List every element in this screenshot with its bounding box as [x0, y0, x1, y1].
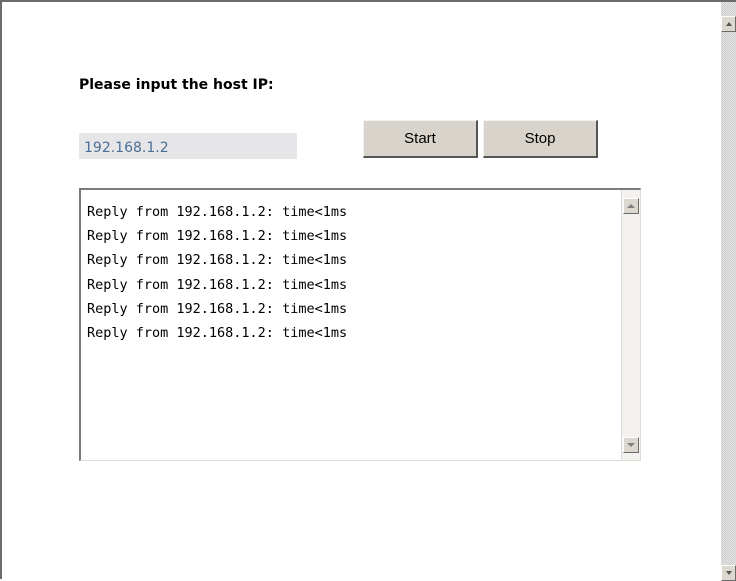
- page-scrollbar[interactable]: [721, 2, 736, 581]
- scroll-up-arrow-icon[interactable]: [721, 16, 736, 32]
- start-button[interactable]: Start: [363, 120, 478, 158]
- scroll-up-arrow-icon[interactable]: [623, 198, 639, 214]
- log-line: Reply from 192.168.1.2: time<1ms: [87, 325, 348, 342]
- log-line: Reply from 192.168.1.2: time<1ms: [87, 300, 348, 317]
- scroll-down-arrow-icon[interactable]: [623, 437, 639, 453]
- output-scrollbar[interactable]: [621, 190, 640, 460]
- log-line: Reply from 192.168.1.2: time<1ms: [87, 228, 348, 245]
- host-ip-input[interactable]: [79, 133, 297, 159]
- log-line: Reply from 192.168.1.2: time<1ms: [87, 204, 348, 220]
- ping-output-text: Reply from 192.168.1.2: time<1ms Reply f…: [87, 200, 347, 345]
- log-line: Reply from 192.168.1.2: time<1ms: [87, 252, 348, 269]
- stop-button[interactable]: Stop: [483, 120, 598, 158]
- content-area: Please input the host IP: Start Stop Rep…: [2, 2, 723, 581]
- log-line: Reply from 192.168.1.2: time<1ms: [87, 276, 348, 293]
- host-ip-prompt-label: Please input the host IP:: [79, 77, 274, 93]
- page-frame: Please input the host IP: Start Stop Rep…: [0, 0, 736, 581]
- ping-output-textarea[interactable]: Reply from 192.168.1.2: time<1ms Reply f…: [79, 188, 641, 461]
